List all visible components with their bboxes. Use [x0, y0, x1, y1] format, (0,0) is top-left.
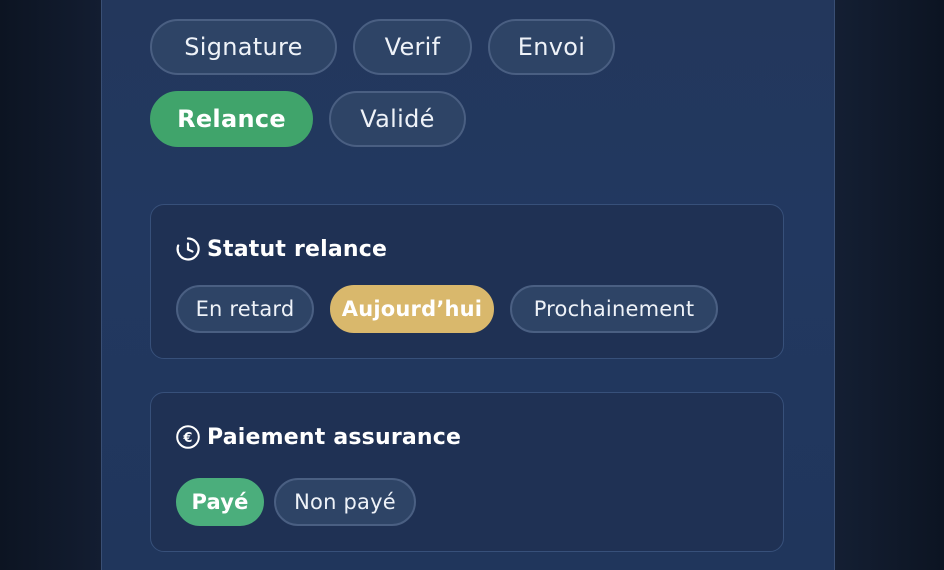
step-chip-relance[interactable]: Relance — [150, 91, 313, 147]
step-chip-verif[interactable]: Verif — [353, 19, 472, 75]
payment-option-non-paye[interactable]: Non payé — [274, 478, 416, 526]
euro-icon: € — [176, 425, 200, 449]
payment-card: € Paiement assurance — [150, 392, 784, 552]
svg-text:€: € — [182, 431, 192, 446]
relance-option-aujourdhui[interactable]: Aujourd’hui — [330, 285, 494, 333]
background-right — [835, 0, 944, 570]
payment-option-paye[interactable]: Payé — [176, 478, 264, 526]
step-chip-envoi[interactable]: Envoi — [488, 19, 615, 75]
background-left — [0, 0, 101, 570]
relance-option-en-retard[interactable]: En retard — [176, 285, 314, 333]
step-chip-signature[interactable]: Signature — [150, 19, 337, 75]
relance-status-title: Statut relance — [207, 236, 388, 262]
relance-option-prochainement[interactable]: Prochainement — [510, 285, 718, 333]
step-chip-valide[interactable]: Validé — [329, 91, 466, 147]
clock-icon — [176, 237, 200, 261]
relance-status-title-row: Statut relance — [175, 236, 387, 262]
payment-title: Paiement assurance — [207, 424, 462, 450]
relance-status-card: Statut relance — [150, 204, 784, 359]
payment-title-row: € Paiement assurance — [175, 424, 461, 450]
